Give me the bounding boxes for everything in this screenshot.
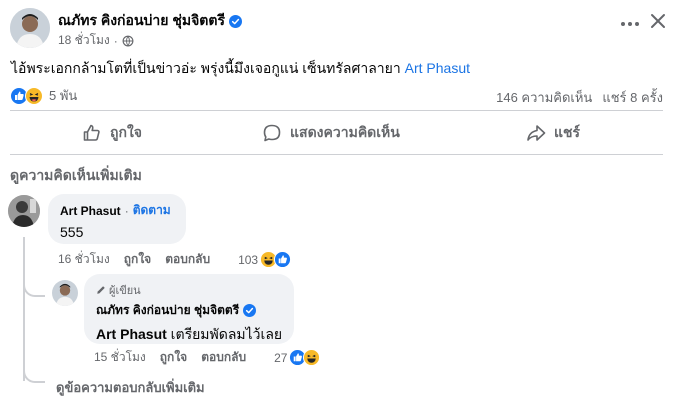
- post-text: ไอ้พระเอกกล้ามโตที่เป็นข่าวอ่ะ พรุ่งนี้ม…: [11, 58, 470, 80]
- reply-author-avatar[interactable]: [52, 280, 78, 306]
- comment-author[interactable]: Art Phasut: [60, 204, 121, 218]
- commenter-avatar[interactable]: [8, 195, 40, 227]
- facebook-post: ณภัทร คิงก่อนบ่าย ชุ่มจิตตรี 18 ชั่วโมง …: [0, 0, 673, 401]
- more-options-button[interactable]: [618, 12, 642, 36]
- divider: [10, 110, 663, 111]
- haha-icon: [25, 86, 43, 105]
- comment-button[interactable]: แสดงความคิดเห็น: [262, 122, 400, 144]
- author-avatar[interactable]: [10, 8, 50, 48]
- view-more-comments-link[interactable]: ดูความคิดเห็นเพิ่มเติม: [10, 165, 142, 187]
- haha-icon: [303, 349, 321, 366]
- reply-bubble: ผู้เขียน ณภัทร คิงก่อนบ่าย ชุ่มจิตตรี Ar…: [84, 274, 294, 344]
- comment-time[interactable]: 16 ชั่วโมง: [58, 250, 110, 269]
- pencil-icon: [97, 286, 105, 294]
- reactions-count[interactable]: 5 พัน: [49, 85, 77, 106]
- shares-count[interactable]: แชร์ 8 ครั้ง: [602, 87, 663, 108]
- comment-actions: 16 ชั่วโมง ถูกใจ ตอบกลับ 103: [58, 250, 292, 269]
- view-more-replies-link[interactable]: ดูข้อความตอบกลับเพิ่มเติม: [56, 377, 205, 398]
- comment-reaction-count: 103: [238, 252, 259, 267]
- reply-body: เตรียมพัดลมไว้เลย: [166, 326, 283, 342]
- comment-bubble-icon: [263, 124, 281, 142]
- post-author-name[interactable]: ณภัทร คิงก่อนบ่าย ชุ่มจิตตรี: [58, 10, 242, 32]
- comment-bubble: Art Phasut · ติดตาม 555: [48, 194, 186, 244]
- verified-badge-icon: [243, 304, 257, 317]
- comment-reply-button[interactable]: ตอบกลับ: [165, 250, 210, 269]
- comments-count[interactable]: 146 ความคิดเห็น: [496, 87, 592, 108]
- globe-icon: [122, 35, 134, 46]
- follow-button[interactable]: ติดตาม: [133, 201, 171, 220]
- reply-like-button[interactable]: ถูกใจ: [160, 348, 187, 367]
- comment-like-button[interactable]: ถูกใจ: [124, 250, 151, 269]
- reply-mention[interactable]: Art Phasut: [96, 326, 167, 342]
- thread-line: [23, 237, 25, 381]
- comment-label: แสดงความคิดเห็น: [290, 124, 400, 140]
- post-meta: 18 ชั่วโมง ·: [58, 31, 134, 50]
- post-stats: 146 ความคิดเห็น แชร์ 8 ครั้ง: [496, 87, 663, 108]
- reply-author[interactable]: ณภัทร คิงก่อนบ่าย ชุ่มจิตตรี: [96, 301, 239, 320]
- like-icon: [274, 251, 292, 268]
- post-body: ไอ้พระเอกกล้ามโตที่เป็นข่าวอ่ะ พรุ่งนี้ม…: [11, 60, 405, 76]
- verified-badge-icon: [229, 14, 242, 28]
- post-mention-link[interactable]: Art Phasut: [405, 60, 470, 76]
- reply-reaction-count: 27: [274, 350, 288, 365]
- author-tag: ผู้เขียน: [96, 281, 282, 299]
- share-arrow-icon: [527, 125, 546, 141]
- share-button[interactable]: แชร์: [526, 122, 580, 144]
- reply-reply-button[interactable]: ตอบกลับ: [201, 348, 246, 367]
- post-time[interactable]: 18 ชั่วโมง: [58, 31, 110, 50]
- comment-text: 555: [60, 224, 84, 240]
- name-separator: ·: [124, 203, 129, 218]
- reply-text: Art Phasut เตรียมพัดลมไว้เลย: [96, 324, 282, 346]
- post-author-name-text[interactable]: ณภัทร คิงก่อนบ่าย ชุ่มจิตตรี: [58, 10, 225, 32]
- thread-connector: [23, 275, 45, 297]
- reply-actions: 15 ชั่วโมง ถูกใจ ตอบกลับ 27: [94, 348, 321, 367]
- divider: [10, 154, 663, 155]
- author-tag-label: ผู้เขียน: [109, 285, 141, 297]
- close-icon[interactable]: [648, 11, 668, 31]
- like-button[interactable]: ถูกใจ: [82, 122, 142, 144]
- share-label: แชร์: [554, 124, 581, 140]
- like-label: ถูกใจ: [110, 124, 142, 140]
- reply-time[interactable]: 15 ชั่วโมง: [94, 348, 146, 367]
- thumbs-up-icon: [83, 124, 100, 141]
- reply-reactions[interactable]: 27: [274, 349, 321, 366]
- thread-connector: [23, 365, 45, 383]
- reactions-summary[interactable]: 5 พัน: [10, 85, 77, 106]
- comment-reactions[interactable]: 103: [238, 251, 292, 268]
